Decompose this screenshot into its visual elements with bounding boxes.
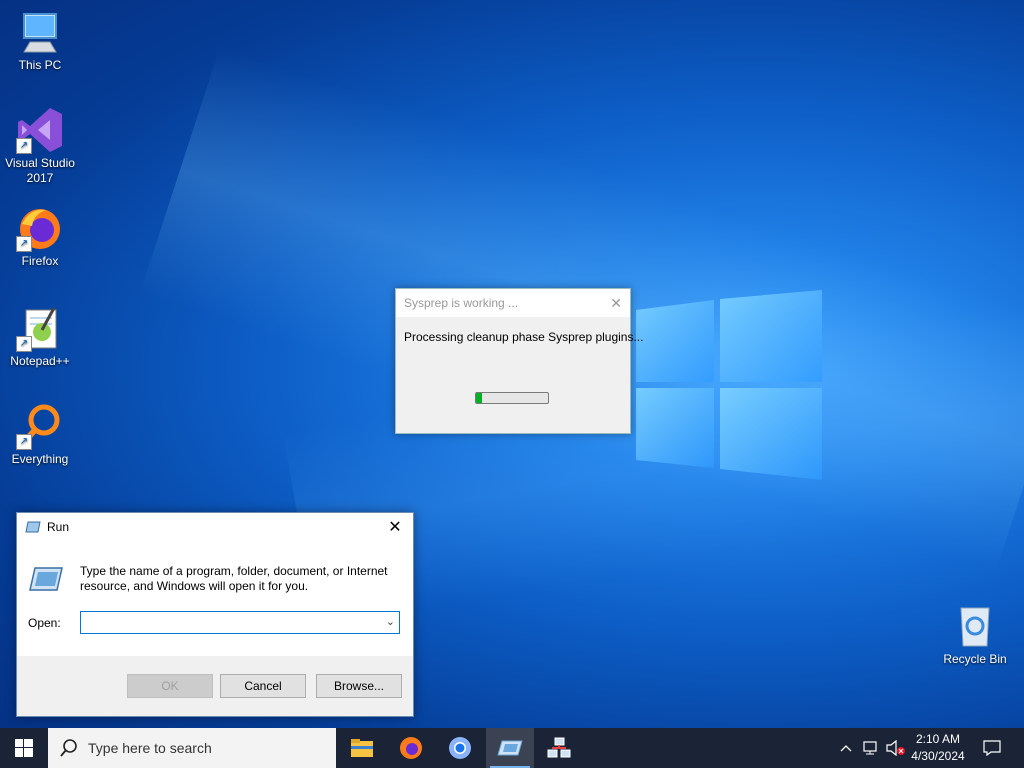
- desktop-icon-firefox[interactable]: ↗ Firefox: [0, 204, 80, 269]
- close-icon[interactable]: ✕: [385, 517, 405, 537]
- run-title: Run: [47, 520, 70, 534]
- visual-studio-icon: ↗: [16, 106, 64, 154]
- desktop-icon-label: Everything: [11, 452, 69, 466]
- firefox-icon: ↗: [16, 204, 64, 252]
- run-program-icon: [29, 567, 63, 591]
- volume-muted-icon: [886, 740, 905, 756]
- desktop-icon-notepad-plus-plus[interactable]: ↗ Notepad++: [0, 304, 80, 369]
- notification-icon: [983, 740, 1001, 756]
- run-icon: [25, 521, 41, 533]
- volume-control[interactable]: [884, 728, 908, 768]
- this-pc-icon: [16, 8, 64, 56]
- shortcut-arrow-icon: ↗: [16, 138, 32, 154]
- firefox-icon: [400, 737, 422, 759]
- network-tray-icon: [863, 741, 877, 755]
- desktop-icon-label: Notepad++: [10, 354, 70, 368]
- network-status[interactable]: [860, 728, 884, 768]
- run-title-bar[interactable]: Run ✕: [17, 513, 413, 541]
- action-center[interactable]: [976, 728, 1008, 768]
- chrome-icon: [449, 737, 471, 759]
- clock-date: 4/30/2024: [911, 749, 965, 763]
- desktop-icon-everything[interactable]: ↗ Everything: [0, 402, 80, 467]
- notepad-plus-plus-icon: ↗: [16, 304, 64, 352]
- file-explorer-icon: [351, 739, 373, 757]
- taskbar: Type here to search 2:10 AM 4/30/2024: [0, 728, 1024, 768]
- desktop-icon-visual-studio[interactable]: ↗ Visual Studio 2017: [0, 106, 80, 186]
- sysprep-dialog: Sysprep is working ... ✕ Processing clea…: [395, 288, 644, 434]
- shortcut-arrow-icon: ↗: [16, 434, 32, 450]
- taskbar-clock[interactable]: 2:10 AM 4/30/2024: [908, 731, 968, 765]
- desktop-icon-label: Firefox: [21, 254, 59, 268]
- desktop-icon-label: Visual Studio 2017: [5, 156, 75, 185]
- open-combobox[interactable]: ⌄: [80, 611, 400, 634]
- everything-icon: ↗: [16, 402, 64, 450]
- sysprep-title: Sysprep is working ...: [404, 296, 519, 310]
- sysprep-progress-bar: [475, 392, 549, 404]
- progress-fill: [476, 393, 482, 403]
- open-label: Open:: [28, 616, 61, 630]
- taskbar-search-box[interactable]: Type here to search: [48, 728, 336, 768]
- ok-button[interactable]: OK: [127, 674, 213, 698]
- chevron-down-icon[interactable]: ⌄: [386, 615, 395, 628]
- clock-time: 2:10 AM: [915, 732, 961, 746]
- run-dialog: Run ✕ Type the name of a program, folder…: [16, 512, 414, 717]
- run-icon: [497, 740, 523, 756]
- recycle-bin-icon: [951, 602, 999, 650]
- desktop-icon-this-pc[interactable]: This PC: [0, 8, 80, 73]
- desktop-icon-recycle-bin[interactable]: Recycle Bin: [935, 602, 1015, 667]
- run-description: Type the name of a program, folder, docu…: [80, 564, 388, 593]
- network-icon: [547, 737, 571, 758]
- open-input[interactable]: [81, 612, 379, 631]
- windows-start-icon: [15, 739, 33, 757]
- sysprep-title-bar[interactable]: Sysprep is working ... ✕: [396, 289, 630, 317]
- chevron-up-icon: [840, 745, 852, 752]
- taskbar-firefox[interactable]: [387, 728, 435, 768]
- taskbar-chrome[interactable]: [436, 728, 484, 768]
- search-placeholder: Type here to search: [88, 740, 212, 756]
- show-hidden-icons[interactable]: [836, 728, 856, 768]
- shortcut-arrow-icon: ↗: [16, 236, 32, 252]
- search-icon: [60, 739, 77, 757]
- shortcut-arrow-icon: ↗: [16, 336, 32, 352]
- cancel-button[interactable]: Cancel: [220, 674, 306, 698]
- windows-logo-wallpaper: [636, 290, 822, 480]
- start-button[interactable]: [0, 728, 48, 768]
- desktop-icon-label: Recycle Bin: [943, 652, 1007, 666]
- taskbar-run[interactable]: [486, 728, 534, 768]
- browse-button[interactable]: Browse...: [316, 674, 402, 698]
- desktop-icon-label: This PC: [18, 58, 62, 72]
- sysprep-status-message: Processing cleanup phase Sysprep plugins…: [404, 330, 644, 344]
- taskbar-network-app[interactable]: [535, 728, 583, 768]
- close-icon[interactable]: ✕: [610, 295, 622, 312]
- taskbar-file-explorer[interactable]: [338, 728, 386, 768]
